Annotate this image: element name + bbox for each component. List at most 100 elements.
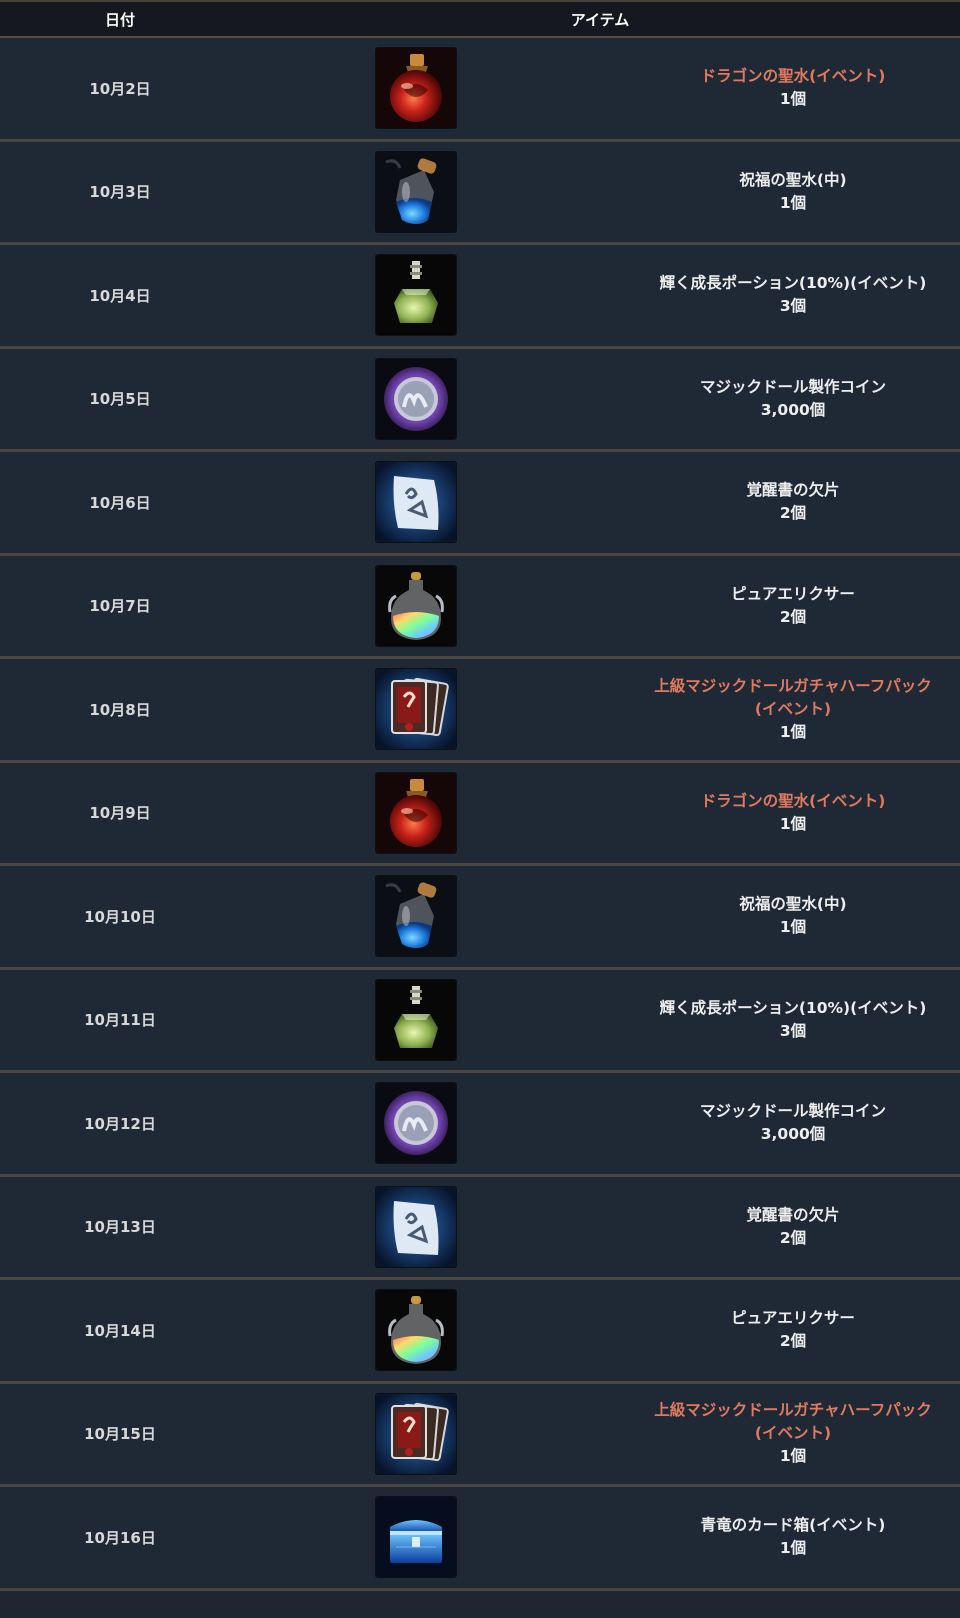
row-item-info: 覚醒書の欠片 2個 (626, 1204, 960, 1250)
date-column-header: 日付 (104, 10, 135, 29)
table-row: 10月14日 ピュアエリクサー 2個 (0, 1280, 960, 1384)
item-quantity: 3個 (779, 1021, 807, 1040)
table-row: 10月16日 青竜のカード箱(イベント) 1個 (0, 1487, 960, 1591)
item-name: 輝く成長ポーション(10%)(イベント) (659, 998, 927, 1017)
row-icon-cell (240, 669, 626, 750)
row-item-info: ピュアエリクサー 2個 (626, 583, 960, 629)
row-icon-cell (240, 1083, 626, 1164)
item-name: 覚醒書の欠片 (746, 481, 840, 500)
item-quantity: 3個 (779, 297, 807, 316)
row-icon-cell (240, 48, 626, 129)
row-icon-cell (240, 1186, 626, 1267)
item-quantity: 3,000個 (760, 1125, 826, 1144)
row-item-info: 上級マジックドールガチャハーフパック (イベント) 1個 (626, 675, 960, 744)
item-quantity: 1個 (779, 918, 807, 937)
row-icon-cell (240, 1290, 626, 1371)
awakening-scroll-fragment-icon (376, 1186, 456, 1267)
row-item-info: 覚醒書の欠片 2個 (626, 479, 960, 525)
row-date: 10月10日 (84, 907, 156, 926)
magic-doll-coin-icon (376, 1083, 456, 1164)
item-name: マジックドール製作コイン (699, 1102, 886, 1121)
growth-potion-icon (376, 979, 456, 1060)
table-header: 日付 アイテム (0, 2, 960, 38)
item-quantity: 1個 (779, 1447, 807, 1466)
row-item-info: 上級マジックドールガチャハーフパック (イベント) 1個 (626, 1399, 960, 1468)
row-date: 10月2日 (89, 79, 151, 98)
magic-doll-gacha-pack-icon (376, 669, 456, 750)
blue-dragon-card-box-icon (376, 1497, 456, 1578)
row-item-info: 輝く成長ポーション(10%)(イベント) 3個 (626, 272, 960, 318)
table-row: 10月11日 輝く成長ポーション(10%)(イベント) 3個 (0, 969, 960, 1073)
row-date: 10月7日 (89, 597, 151, 616)
table-row: 10月10日 祝福の聖水(中) 1個 (0, 866, 960, 970)
dragon-holy-water-icon (376, 772, 456, 853)
row-icon-cell (240, 358, 626, 439)
item-quantity: 1個 (779, 193, 807, 212)
row-icon-cell (240, 876, 626, 957)
table-row: 10月4日 輝く成長ポーション(10%)(イベント) 3個 (0, 245, 960, 349)
row-date: 10月11日 (84, 1011, 156, 1030)
table-row: 10月9日 ドラゴンの聖水(イベント) 1個 (0, 762, 960, 866)
item-name: マジックドール製作コイン (699, 377, 886, 396)
item-quantity: 2個 (779, 1228, 807, 1247)
reward-table: 日付 アイテム 10月2日 ドラゴンの聖水(イベント) 1個 10月3日 祝福の聖水… (0, 0, 960, 1591)
row-item-info: ドラゴンの聖水(イベント) 1個 (626, 790, 960, 836)
item-name-suffix: (イベント) (754, 699, 832, 718)
table-row: 10月13日 覚醒書の欠片 2個 (0, 1176, 960, 1280)
item-quantity: 2個 (779, 1332, 807, 1351)
item-name: ピュアエリクサー (731, 1309, 855, 1328)
pure-elixir-icon (376, 1290, 456, 1371)
item-name-suffix: (イベント) (754, 1424, 832, 1443)
row-date: 10月13日 (84, 1218, 156, 1237)
item-name: 祝福の聖水(中) (739, 170, 847, 189)
row-icon-cell (240, 255, 626, 336)
table-row: 10月3日 祝福の聖水(中) 1個 (0, 141, 960, 245)
row-date: 10月6日 (89, 493, 151, 512)
item-quantity: 1個 (779, 722, 807, 741)
item-name: 青竜のカード箱(イベント) (700, 1516, 886, 1535)
pure-elixir-icon (376, 565, 456, 646)
magic-doll-gacha-pack-icon (376, 1393, 456, 1474)
row-item-info: 祝福の聖水(中) 1個 (626, 169, 960, 215)
row-icon-cell (240, 1393, 626, 1474)
row-icon-cell (240, 462, 626, 543)
table-row: 10月12日 マジックドール製作コイン 3,000個 (0, 1073, 960, 1177)
item-name: ドラゴンの聖水(イベント) (700, 791, 886, 810)
table-body: 10月2日 ドラゴンの聖水(イベント) 1個 10月3日 祝福の聖水(中) 1個 10月… (0, 38, 960, 1591)
row-item-info: 青竜のカード箱(イベント) 1個 (626, 1514, 960, 1560)
table-row: 10月15日 上級マジックドールガチャハーフパック (イベント) 1個 (0, 1383, 960, 1487)
table-row: 10月6日 覚醒書の欠片 2個 (0, 452, 960, 556)
row-item-info: マジックドール製作コイン 3,000個 (626, 1100, 960, 1146)
row-item-info: ドラゴンの聖水(イベント) 1個 (626, 65, 960, 111)
row-date: 10月5日 (89, 390, 151, 409)
item-name: 覚醒書の欠片 (746, 1205, 840, 1224)
item-name: 祝福の聖水(中) (739, 895, 847, 914)
item-quantity: 2個 (779, 607, 807, 626)
blessed-holy-water-icon (376, 876, 456, 957)
row-date: 10月8日 (89, 700, 151, 719)
row-icon-cell (240, 772, 626, 853)
item-quantity: 2個 (779, 504, 807, 523)
row-date: 10月12日 (84, 1114, 156, 1133)
row-date: 10月3日 (89, 183, 151, 202)
item-name: ピュアエリクサー (731, 584, 855, 603)
row-icon-cell (240, 979, 626, 1060)
table-row: 10月7日 ピュアエリクサー 2個 (0, 555, 960, 659)
row-item-info: ピュアエリクサー 2個 (626, 1307, 960, 1353)
row-date: 10月15日 (84, 1425, 156, 1444)
row-item-info: 輝く成長ポーション(10%)(イベント) 3個 (626, 997, 960, 1043)
row-item-info: マジックドール製作コイン 3,000個 (626, 376, 960, 422)
item-name: 上級マジックドールガチャハーフパック (654, 676, 932, 695)
dragon-holy-water-icon (376, 48, 456, 129)
item-quantity: 1個 (779, 1539, 807, 1558)
row-date: 10月16日 (84, 1528, 156, 1547)
magic-doll-coin-icon (376, 358, 456, 439)
row-item-info: 祝福の聖水(中) 1個 (626, 893, 960, 939)
item-column-header: アイテム (570, 10, 630, 29)
row-icon-cell (240, 151, 626, 232)
blessed-holy-water-icon (376, 151, 456, 232)
item-quantity: 3,000個 (760, 400, 826, 419)
row-date: 10月4日 (89, 286, 151, 305)
item-quantity: 1個 (779, 90, 807, 109)
awakening-scroll-fragment-icon (376, 462, 456, 543)
